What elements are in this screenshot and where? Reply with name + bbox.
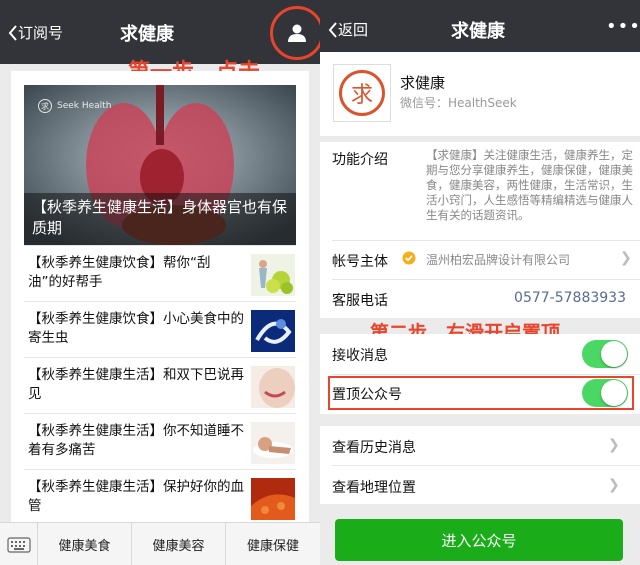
view-history-label: 查看历史消息 [332, 440, 416, 456]
annotation-circle [270, 6, 320, 60]
seek-logo-icon: 求 [38, 99, 52, 113]
receive-messages-switch[interactable] [582, 340, 628, 368]
left-nav-title: 求健康 [120, 24, 174, 45]
account-info-section: 功能介绍 【求健康】关注健康生活，健康养生，定期与您分享健康养生，健康保健，健康… [320, 142, 640, 318]
keyboard-icon[interactable] [0, 523, 38, 565]
article-thumbnail [251, 254, 295, 296]
view-history-row[interactable]: 查看历史消息 ❯ [332, 426, 640, 465]
article-title: 【秋季养生健康饮食】帮你“刮油”的好帮手 [28, 255, 211, 290]
intro-label: 功能介绍 [332, 152, 388, 168]
owner-value: 温州柏宏品牌设计有限公司 [426, 253, 571, 267]
menu-healthcare[interactable]: 健康保健 [226, 523, 320, 565]
featured-caption: 【秋季养生健康生活】身体器官也有保质期 [24, 193, 296, 245]
back-label: 返回 [338, 21, 369, 39]
bottom-menu-bar: 健康美食 健康美容 健康保健 [0, 522, 320, 565]
account-detail-screen: 返回 求健康 ••• 求 求健康 微信号：HealthSeek 功能介绍 【求健… [320, 0, 640, 565]
annotation-box [328, 376, 634, 410]
article-title: 【秋季养生健康饮食】小心美食中的寄生虫 [28, 311, 244, 346]
article-row[interactable]: 【秋季养生健康生活】保护好你的血管 [24, 469, 296, 525]
seek-health-watermark: 求 Seek Health [38, 99, 111, 113]
intro-text: 【求健康】关注健康生活，健康养生，定期与您分享健康养生，健康保健，健康美食，健康… [426, 148, 633, 222]
owner-label: 帐号主体 [332, 254, 388, 270]
divider [332, 374, 640, 375]
article-thumbnail [251, 366, 295, 408]
menu-healthy-beauty[interactable]: 健康美容 [132, 523, 226, 565]
chevron-right-icon: ❯ [608, 437, 620, 453]
back-button[interactable]: 返回 [328, 19, 368, 40]
verified-icon [402, 251, 416, 265]
seek-brand: Seek Health [57, 101, 112, 111]
link-section: 查看历史消息 ❯ 查看地理位置 ❯ [320, 426, 640, 504]
service-phone-row[interactable]: 客服电话 0577-57883933 [332, 279, 640, 318]
right-nav-bar: 返回 求健康 ••• [320, 0, 640, 52]
article-row[interactable]: 【秋季养生健康生活】你不知道睡不着有多痛苦 [24, 413, 296, 469]
menu-healthy-food[interactable]: 健康美食 [38, 523, 132, 565]
article-thumbnail [251, 310, 295, 352]
chevron-right-icon: ❯ [620, 250, 632, 266]
wechat-id: 微信号：HealthSeek [400, 96, 517, 110]
account-name: 求健康 [400, 74, 446, 92]
back-to-subscriptions-button[interactable]: 订阅号 [8, 22, 63, 43]
more-options-icon[interactable]: ••• [606, 16, 640, 37]
account-logo: 求 [333, 64, 391, 122]
enter-account-button[interactable]: 进入公众号 [335, 519, 623, 561]
view-location-row[interactable]: 查看地理位置 ❯ [332, 465, 640, 504]
article-card: 求 Seek Health 【秋季养生健康生活】身体器官也有保质期 【秋季养生健… [11, 71, 309, 541]
account-owner-row[interactable]: 帐号主体 温州柏宏品牌设计有限公司 ❯ [332, 240, 640, 279]
view-location-label: 查看地理位置 [332, 480, 416, 496]
chevron-right-icon: ❯ [608, 477, 620, 493]
chevron-left-icon [8, 24, 17, 41]
article-list-screen: 订阅号 求健康 第一步，点击 [0, 0, 320, 565]
article-thumbnail [251, 478, 295, 520]
account-profile: 求 求健康 微信号：HealthSeek [320, 52, 640, 136]
phone-value[interactable]: 0577-57883933 [514, 290, 626, 306]
article-thumbnail [251, 422, 295, 464]
switch-knob [601, 341, 627, 367]
featured-article[interactable]: 求 Seek Health 【秋季养生健康生活】身体器官也有保质期 [24, 85, 296, 245]
chevron-left-icon [328, 21, 337, 38]
back-label: 订阅号 [18, 24, 64, 42]
right-nav-title: 求健康 [451, 21, 505, 42]
logo-char: 求 [339, 70, 385, 116]
article-row[interactable]: 【秋季养生健康饮食】帮你“刮油”的好帮手 [24, 245, 296, 301]
receive-messages-label: 接收消息 [332, 348, 388, 364]
article-row[interactable]: 【秋季养生健康生活】和双下巴说再见 [24, 357, 296, 413]
article-row[interactable]: 【秋季养生健康饮食】小心美食中的寄生虫 [24, 301, 296, 357]
phone-label: 客服电话 [332, 293, 388, 309]
intro-row: 功能介绍 【求健康】关注健康生活，健康养生，定期与您分享健康养生，健康保健，健康… [332, 142, 640, 240]
article-title: 【秋季养生健康生活】保护好你的血管 [28, 479, 244, 514]
article-title: 【秋季养生健康生活】和双下巴说再见 [28, 367, 244, 402]
article-title: 【秋季养生健康生活】你不知道睡不着有多痛苦 [28, 423, 244, 458]
